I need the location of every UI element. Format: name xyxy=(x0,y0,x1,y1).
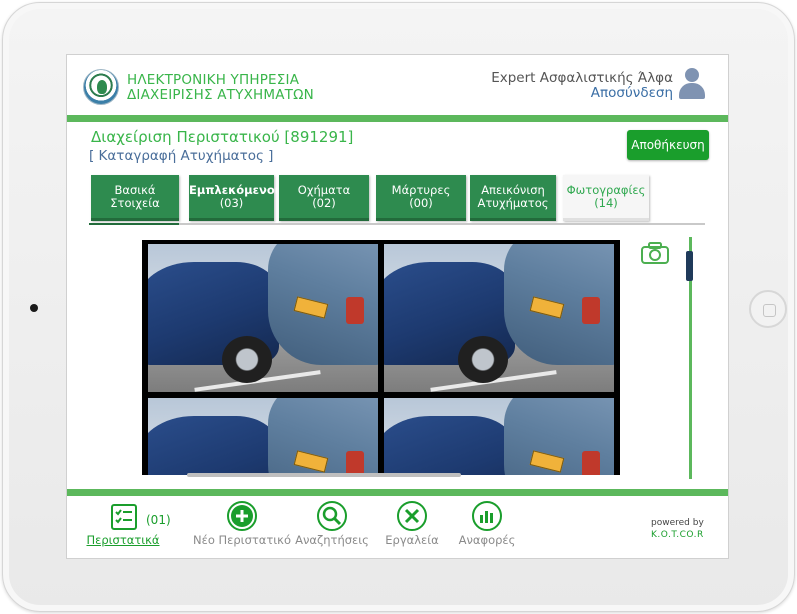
plus-icon xyxy=(227,501,257,531)
tab-label: Μάρτυρες xyxy=(391,182,451,197)
camera-icon[interactable] xyxy=(640,241,670,265)
tab-count: (00) xyxy=(409,195,433,210)
tab-label: Απεικόνιση xyxy=(481,182,545,197)
tab-accident-depiction[interactable]: Απεικόνιση Ατυχήματος xyxy=(470,175,556,221)
nav-tools[interactable]: Εργαλεία xyxy=(377,501,447,547)
gallery-horizontal-scrollbar[interactable] xyxy=(187,473,461,477)
nav-new-incident[interactable]: Νέο Περιστατικό xyxy=(192,501,292,547)
nav-reports[interactable]: Αναφορές xyxy=(452,501,522,547)
tab-label: Βασικά xyxy=(114,182,156,197)
tab-label: Ατυχήματος xyxy=(477,195,549,210)
accident-photo[interactable] xyxy=(148,398,378,475)
logout-link[interactable]: Αποσύνδεση xyxy=(591,85,673,101)
bar-chart-icon xyxy=(472,501,502,531)
accident-photo[interactable] xyxy=(384,398,614,475)
nav-label: Νέο Περιστατικό xyxy=(193,533,291,547)
tab-label: Εμπλεκόμενοι xyxy=(189,182,280,197)
tab-label: Οχήματα xyxy=(297,182,351,197)
front-camera xyxy=(30,304,38,312)
tools-icon xyxy=(397,501,427,531)
tab-vehicles[interactable]: Οχήματα (02) xyxy=(279,175,369,221)
user-avatar-icon[interactable] xyxy=(679,68,705,100)
nav-label: Αναζητήσεις xyxy=(295,533,369,547)
powered-by: powered by K.O.T.CO.R xyxy=(651,517,704,541)
save-button[interactable]: Αποθήκευση xyxy=(627,130,709,160)
header: ΗΛΕΚΤΡΟΝΙΚΗ ΥΠΗΡΕΣΙΑ ΔΙΑΧΕΙΡΙΣΗΣ ΑΤΥΧΗΜΑ… xyxy=(67,55,728,115)
accident-photo[interactable] xyxy=(148,244,378,392)
page-title: Διαχείριση Περιστατικού [891291] xyxy=(91,128,354,146)
tab-underline-active xyxy=(89,223,179,225)
footer-divider xyxy=(67,489,728,496)
tab-count: (14) xyxy=(594,195,618,210)
powered-by-text: powered by xyxy=(651,518,704,528)
brand-line-1: ΗΛΕΚΤΡΟΝΙΚΗ ΥΠΗΡΕΣΙΑ xyxy=(127,72,300,88)
vertical-scroll-thumb[interactable] xyxy=(686,251,693,281)
nav-search[interactable]: Αναζητήσεις xyxy=(292,501,372,547)
brand-title: ΗΛΕΚΤΡΟΝΙΚΗ ΥΠΗΡΕΣΙΑ ΔΙΑΧΕΙΡΙΣΗΣ ΑΤΥΧΗΜΑ… xyxy=(127,73,314,103)
tab-basic-info[interactable]: Βασικά Στοιχεία xyxy=(91,175,179,221)
tab-photos[interactable]: Φωτογραφίες (14) xyxy=(563,175,649,221)
tab-underline xyxy=(89,223,705,225)
header-divider xyxy=(67,115,728,122)
checklist-icon xyxy=(111,504,137,530)
home-button[interactable] xyxy=(749,290,787,328)
app-screen: ΗΛΕΚΤΡΟΝΙΚΗ ΥΠΗΡΕΣΙΑ ΔΙΑΧΕΙΡΙΣΗΣ ΑΤΥΧΗΜΑ… xyxy=(66,54,729,559)
company-name: K.O.T.CO.R xyxy=(651,530,704,540)
user-name: Expert Ασφαλιστικής Άλφα xyxy=(491,70,673,86)
tab-count: (02) xyxy=(312,195,336,210)
photo-gallery xyxy=(142,240,620,475)
incidents-count: (01) xyxy=(146,513,171,527)
logo-icon xyxy=(83,69,119,105)
nav-label: Περιστατικά xyxy=(86,533,160,547)
nav-label: Εργαλεία xyxy=(385,533,439,547)
tab-witnesses[interactable]: Μάρτυρες (00) xyxy=(376,175,466,221)
nav-label: Αναφορές xyxy=(458,533,516,547)
tab-label: Φωτογραφίες xyxy=(566,182,646,197)
tab-involved[interactable]: Εμπλεκόμενοι (03) xyxy=(189,175,280,221)
brand-line-2: ΔΙΑΧΕΙΡΙΣΗΣ ΑΤΥΧΗΜΑΤΩΝ xyxy=(127,87,314,103)
page-subtitle: [ Καταγραφή Ατυχήματος ] xyxy=(89,148,274,164)
search-icon xyxy=(317,501,347,531)
accident-photo[interactable] xyxy=(384,244,614,392)
tab-label: Στοιχεία xyxy=(110,195,160,210)
tab-count: (03) xyxy=(219,195,244,210)
